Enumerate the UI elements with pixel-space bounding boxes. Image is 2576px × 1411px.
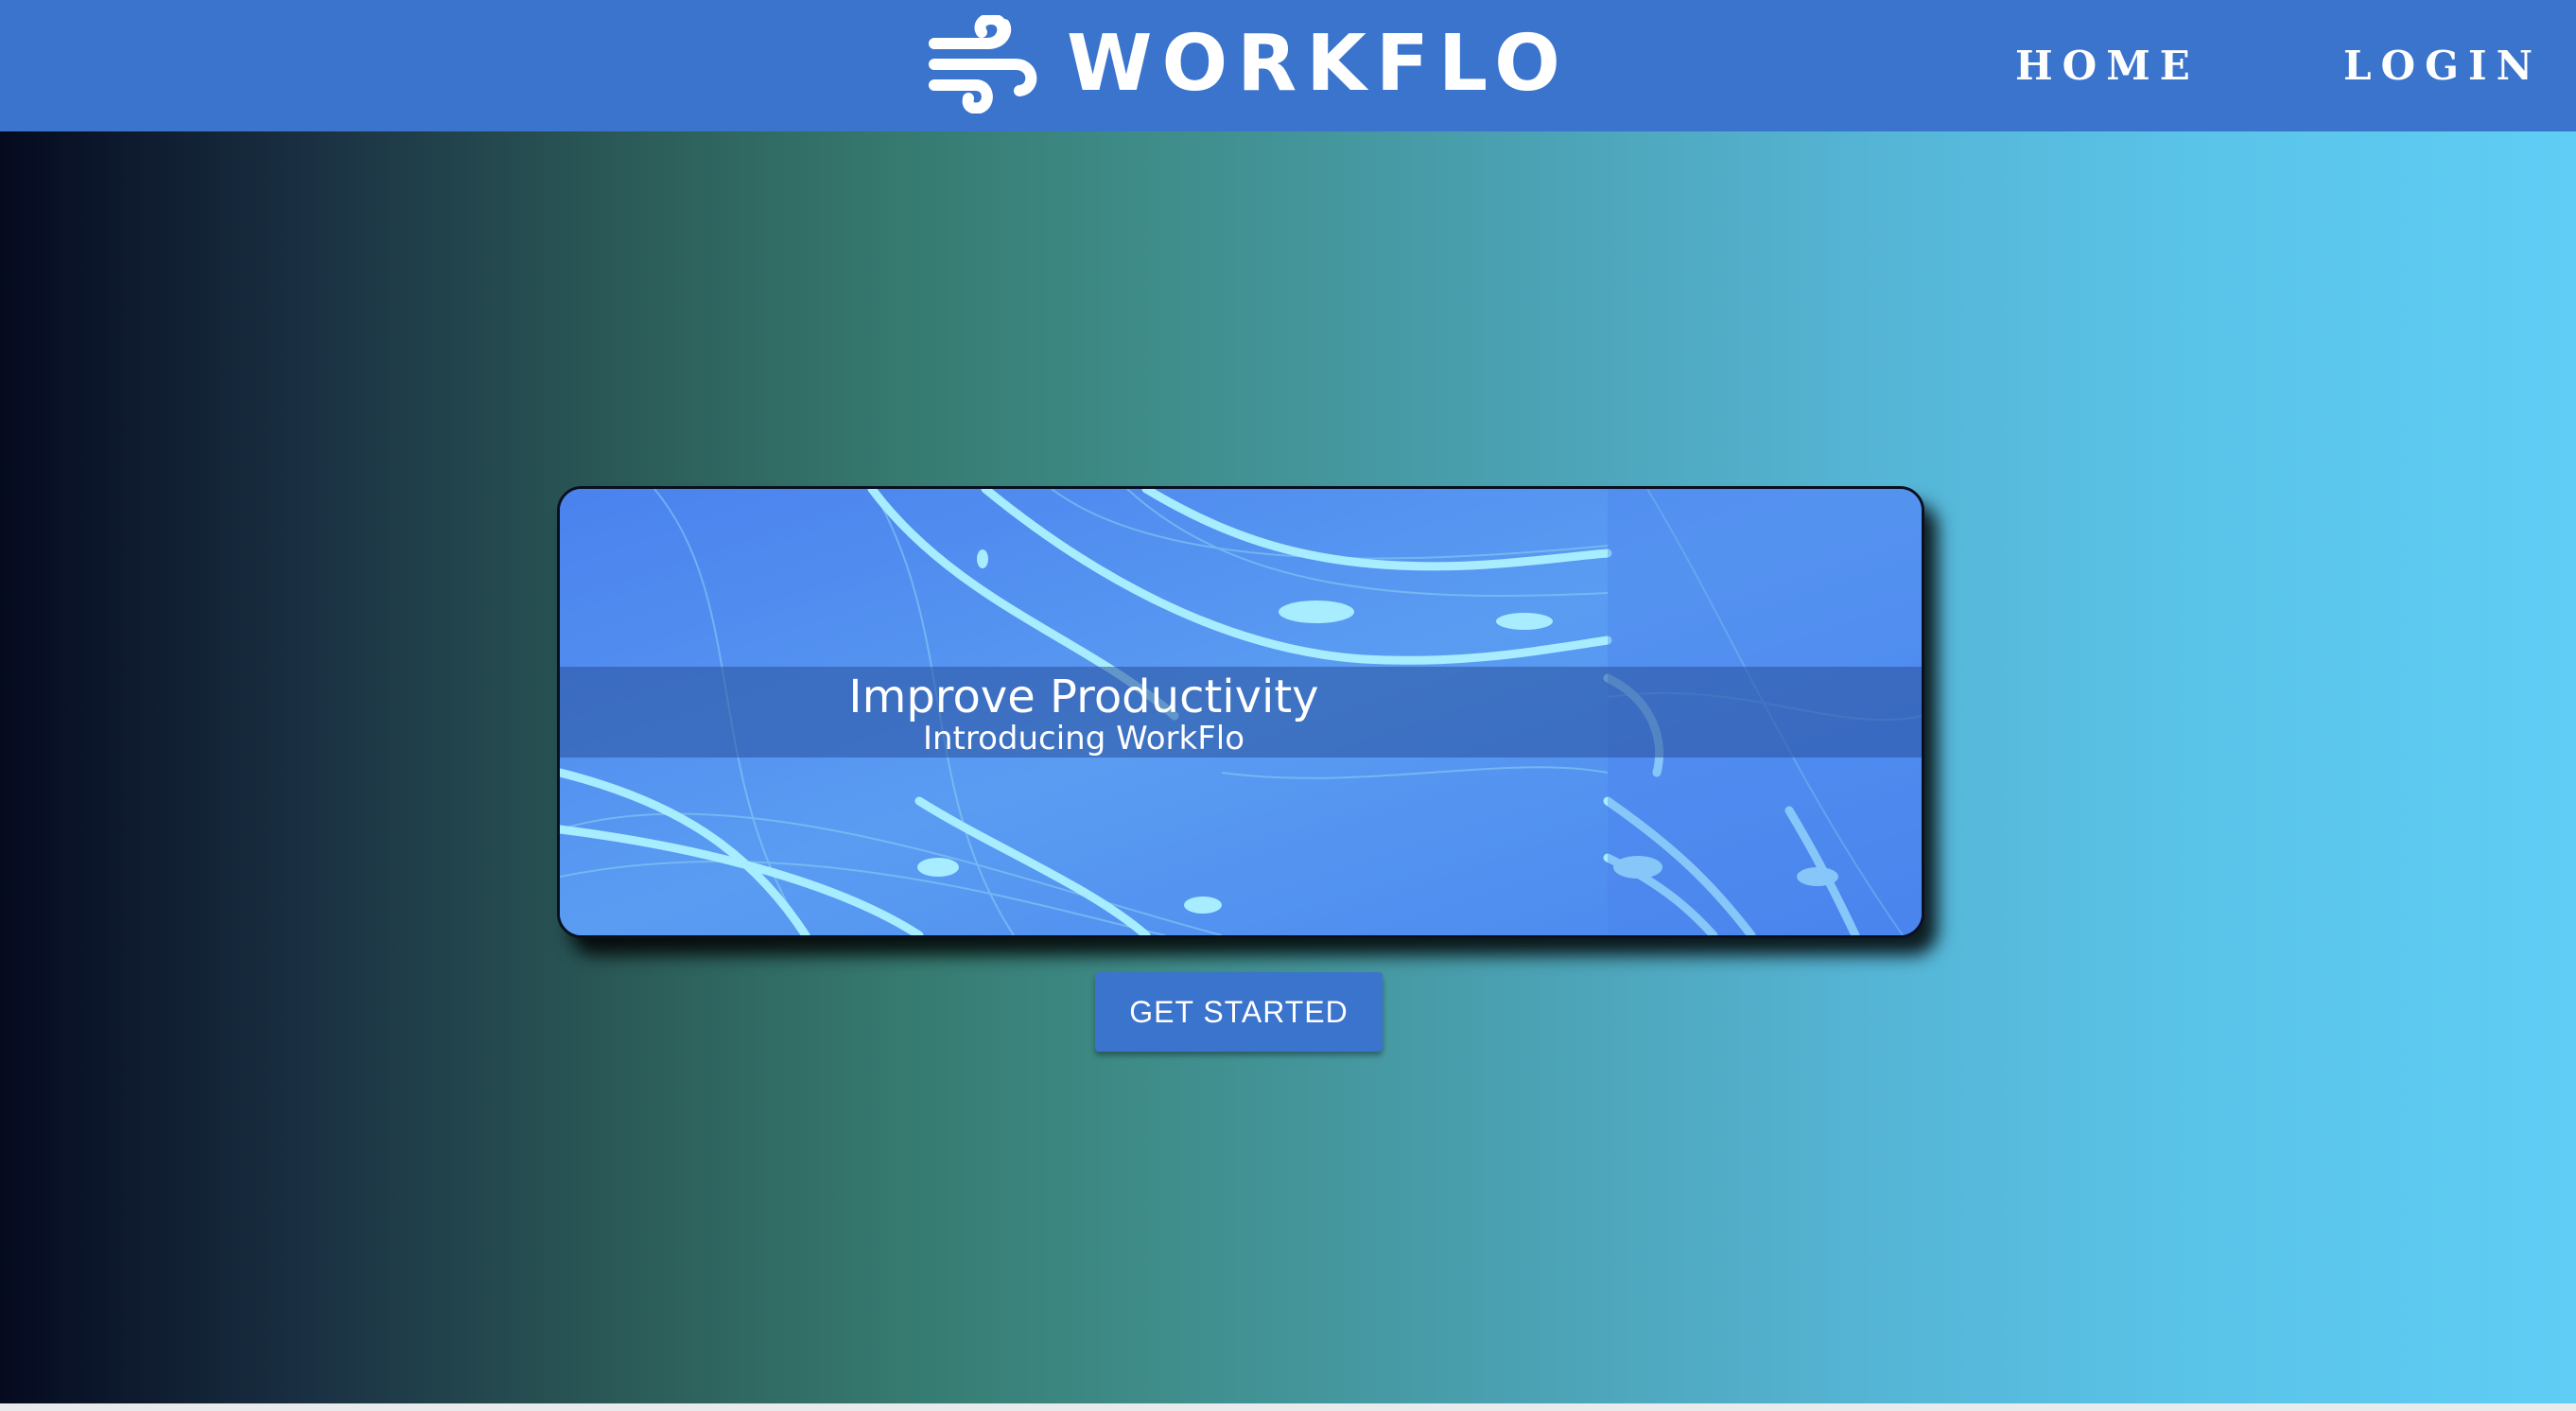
page: WORKFLO HOME LOGIN Improve Productivity … bbox=[0, 0, 2576, 1411]
get-started-button[interactable]: GET STARTED bbox=[1095, 972, 1383, 1052]
banner-title: Improve Productivity bbox=[848, 671, 1319, 723]
brand-name: WORKFLO bbox=[1067, 19, 1570, 109]
nav-home-link[interactable]: HOME bbox=[2015, 38, 2200, 95]
hero-banner: Improve Productivity Introducing WorkFlo bbox=[557, 486, 1924, 938]
banner-subtitle: Introducing WorkFlo bbox=[922, 720, 1245, 758]
nav-login-link[interactable]: LOGIN bbox=[2343, 38, 2542, 95]
brand-logo[interactable]: WORKFLO bbox=[929, 15, 1570, 113]
top-navbar: WORKFLO HOME LOGIN bbox=[0, 0, 2576, 131]
wind-icon bbox=[929, 15, 1037, 113]
